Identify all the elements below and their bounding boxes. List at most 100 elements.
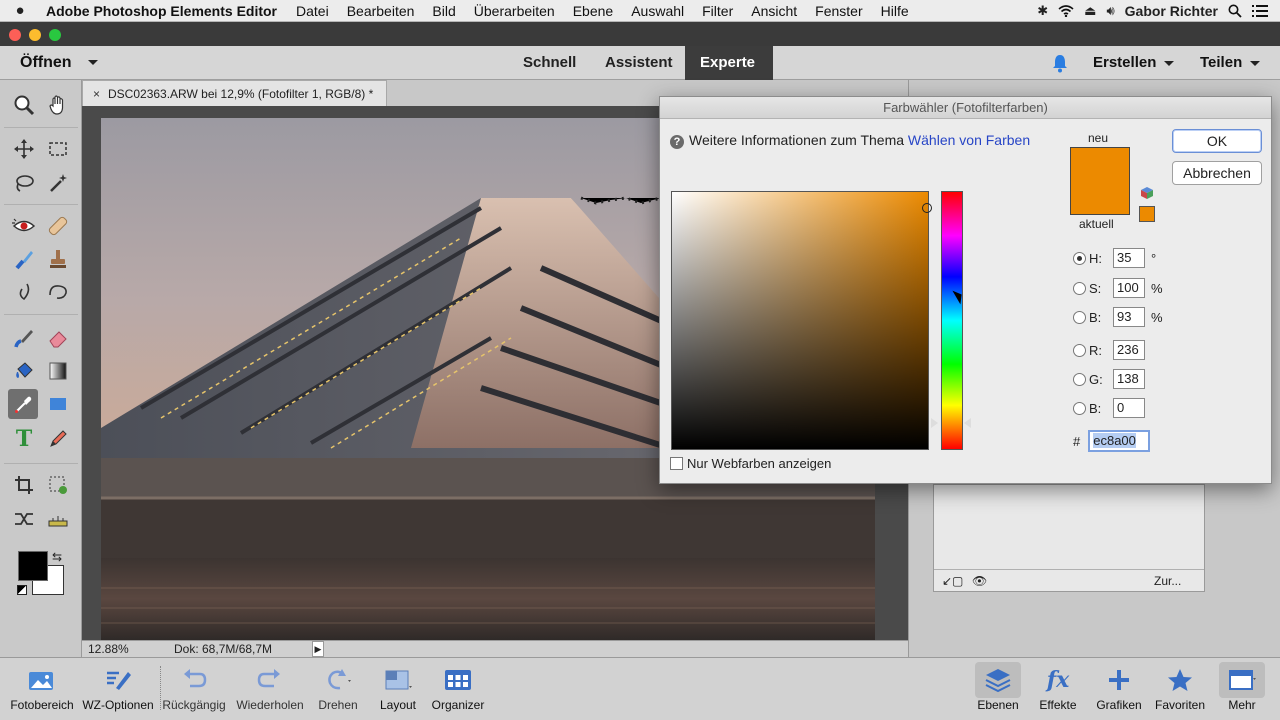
zoom-window-button[interactable] [49,29,61,41]
hand-tool-icon[interactable] [43,90,73,120]
spotlight-search-icon[interactable] [1228,4,1242,18]
gradient-tool-icon[interactable] [43,356,73,386]
web-colors-checkbox[interactable] [670,457,683,470]
visibility-eye-icon[interactable]: 👁︎ [972,570,987,592]
help-link[interactable]: Wählen von Farben [908,132,1030,148]
default-colors-icon[interactable] [17,585,27,595]
hue-slider-right-arrow-icon[interactable] [964,418,971,428]
tab-experte[interactable]: Experte [685,46,773,80]
macos-menubar: ● Adobe Photoshop Elements Editor Datei … [0,0,1280,22]
magic-wand-tool-icon[interactable] [43,168,73,198]
tab-assistent[interactable]: Assistent [590,46,688,80]
crop-tool-icon[interactable] [9,470,39,500]
open-dropdown-icon[interactable] [88,60,98,65]
spot-healing-tool-icon[interactable] [43,211,73,241]
hue-input[interactable]: 35 [1113,248,1145,268]
swap-colors-icon[interactable]: ⇆ [52,550,62,564]
create-button[interactable]: Erstellen [1093,54,1175,71]
new-layer-icon[interactable]: ↙▢ [942,570,963,592]
notification-center-icon[interactable] [1252,4,1268,17]
menu-bild[interactable]: Bild [423,3,464,19]
hex-input[interactable]: ec8a00 [1088,430,1151,452]
menu-fenster[interactable]: Fenster [806,3,871,19]
tool-divider [4,127,78,128]
lasso-tool-icon[interactable] [9,168,39,198]
straighten-tool-icon[interactable] [43,504,73,534]
red-radio[interactable] [1073,343,1086,357]
eraser-tool-icon[interactable] [43,323,73,353]
eject-icon[interactable]: ⏏ [1084,3,1096,19]
blue-input[interactable]: 0 [1113,398,1145,418]
foreground-color-swatch[interactable] [18,551,48,581]
web-safe-color-swatch[interactable] [1139,206,1155,222]
content-aware-move-tool-icon[interactable] [9,504,39,534]
menu-auswahl[interactable]: Auswahl [622,3,693,19]
menu-datei[interactable]: Datei [287,3,338,19]
green-input[interactable]: 138 [1113,369,1145,389]
new-color-label: neu [1088,131,1109,145]
color-picker-eyedropper-tool-icon[interactable] [8,389,38,419]
menu-hilfe[interactable]: Hilfe [872,3,918,19]
status-menu-icon[interactable]: ▶ [312,641,324,657]
menu-ueberarbeiten[interactable]: Überarbeiten [465,3,564,19]
marquee-tool-icon[interactable] [43,134,73,164]
color-field-marker[interactable] [922,203,932,213]
sponge-tool-icon[interactable] [43,277,73,307]
web-colors-checkbox-row[interactable]: Nur Webfarben anzeigen [670,456,831,471]
user-name[interactable]: Gabor Richter [1125,3,1218,19]
layers-list[interactable]: ↙▢ 👁︎ Zur... [933,484,1205,592]
app-name-menu[interactable]: Adobe Photoshop Elements Editor [40,3,287,19]
wifi-icon[interactable] [1058,4,1074,17]
more-panel-button[interactable]: Mehr [1200,662,1280,712]
brush-tool-icon[interactable] [9,323,39,353]
saturation-radio[interactable] [1073,281,1086,295]
green-radio[interactable] [1073,372,1086,386]
blur-tool-icon[interactable] [9,277,39,307]
notification-bell-icon[interactable] [1051,53,1069,73]
panel-toolbar [909,80,1280,94]
out-of-gamut-cube-icon[interactable] [1140,186,1154,200]
document-tab[interactable]: × DSC02363.ARW bei 12,9% (Fotofilter 1, R… [82,80,387,106]
smart-brush-tool-icon[interactable] [9,244,39,274]
red-eye-tool-icon[interactable] [9,211,39,241]
tool-options-button[interactable]: WZ-Optionen [76,662,160,712]
more-label: Mehr [1228,698,1256,712]
layers-footer-label[interactable]: Zur... [1154,570,1181,592]
saturation-brightness-field[interactable] [671,191,932,450]
zoom-tool-icon[interactable] [9,90,39,120]
ok-button[interactable]: OK [1172,129,1262,153]
red-input[interactable]: 236 [1113,340,1145,360]
type-tool-icon[interactable]: T [9,424,39,454]
close-document-icon[interactable]: × [93,87,100,101]
brightness-radio[interactable] [1073,310,1086,324]
saturation-input[interactable]: 100 [1113,278,1145,298]
shape-tool-icon[interactable] [43,389,73,419]
cancel-button[interactable]: Abbrechen [1172,161,1262,185]
brightness-input[interactable]: 93 [1113,307,1145,327]
tab-schnell[interactable]: Schnell [508,46,591,80]
close-window-button[interactable] [9,29,21,41]
minimize-window-button[interactable] [29,29,41,41]
menu-ebene[interactable]: Ebene [564,3,622,19]
bluetooth-icon[interactable]: ✱ [1037,3,1048,19]
undo-button[interactable]: Rückgängig [152,662,236,712]
paint-bucket-tool-icon[interactable] [9,356,39,386]
blue-radio[interactable] [1073,401,1086,415]
organizer-button[interactable]: Organizer [416,662,500,712]
photo-bin-button[interactable]: Fotobereich [0,662,84,712]
current-color-label: aktuell [1079,217,1114,231]
open-button[interactable]: Öffnen [20,54,72,72]
hue-radio[interactable] [1073,251,1086,265]
volume-icon[interactable]: 🔊︎ [1106,3,1114,19]
apple-icon[interactable]: ● [0,2,40,19]
share-button[interactable]: Teilen [1200,54,1261,71]
hue-slider-left-arrow-icon[interactable] [931,418,938,428]
menu-ansicht[interactable]: Ansicht [742,3,806,19]
recompose-tool-icon[interactable] [43,470,73,500]
clone-stamp-tool-icon[interactable] [43,244,73,274]
pencil-tool-icon[interactable] [43,424,73,454]
menu-bearbeiten[interactable]: Bearbeiten [338,3,424,19]
move-tool-icon[interactable] [9,134,39,164]
hue-slider[interactable] [941,191,963,450]
menu-filter[interactable]: Filter [693,3,742,19]
